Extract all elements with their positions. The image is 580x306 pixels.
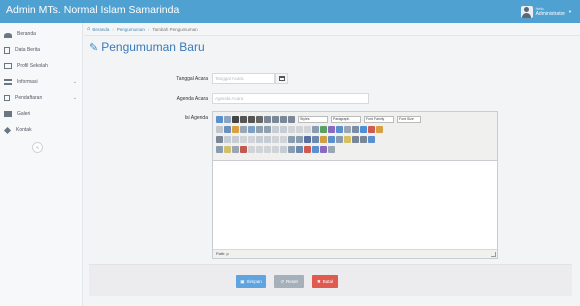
align-right-icon[interactable] [280,116,287,123]
sidebar-item-informasi[interactable]: Informasi ⌄ [0,75,83,89]
sidebar-item-galeri[interactable]: Galeri [0,107,83,121]
list-icon [4,79,12,85]
italic-icon[interactable] [240,116,247,123]
sidebar-item-kontak[interactable]: Kontak [0,123,83,137]
tanggal-acara-label: Tanggal Acara [176,76,208,82]
rich-text-editor[interactable]: Styles Paragraph Font Family Font Size P… [212,111,498,259]
caret-down-icon: ▼ [568,9,572,14]
sidebar-item-label: Kontak [16,127,32,133]
chevron-down-icon: ⌄ [72,95,77,101]
sidebar-item-pendaftaran[interactable]: Pendaftaran ⌄ [0,91,83,105]
breadcrumb-separator: › [147,26,150,32]
picture-icon [4,111,12,117]
tag-icon [3,126,12,134]
breadcrumb-current: Tambah Pengumuman [152,26,198,32]
toolbar-row-2 [216,125,383,134]
undo-icon: ↺ [280,278,284,284]
sidebar-item-label: Galeri [17,111,31,117]
underline-icon[interactable] [248,116,255,123]
toolbar-row-3 [216,135,375,144]
editor-toolbar: Styles Paragraph Font Family Font Size [213,112,497,161]
user-info: Hello, Administrator [536,7,565,17]
toolbar-row-4 [216,145,335,154]
new-doc-icon[interactable] [224,116,231,123]
bold-icon[interactable] [232,116,239,123]
close-icon: ✖ [316,278,321,284]
toolbar-row-1: Styles Paragraph Font Family Font Size [216,115,423,124]
calendar-button[interactable] [275,73,288,84]
dashboard-icon [4,32,12,38]
document-icon [4,46,10,54]
sidebar-item-beranda[interactable]: Beranda [0,27,83,41]
page-heading: ✎ Pengumuman Baru [89,40,205,54]
save-button[interactable]: ▣ Simpan [236,275,266,288]
sidebar-item-profil-sekolah[interactable]: Profil Sekolah [0,59,83,73]
user-avatar-icon [520,5,533,18]
page-title: Pengumuman Baru [101,40,205,54]
cancel-button-label: Batal [322,279,334,284]
save-button-label: Simpan [246,279,262,284]
align-center-icon[interactable] [272,116,279,123]
breadcrumb: ⌂ Beranda › Pengumuman › Tambah Pengumum… [84,23,580,36]
font-family-select[interactable]: Font Family [364,116,394,123]
agenda-acara-label: Agenda Acara [176,96,208,102]
sidebar-item-label: Beranda [17,31,36,37]
sidebar-item-label: Pendaftaran [15,95,43,101]
isi-agenda-label: Isi Agenda [184,115,208,121]
sidebar-item-label: Informasi [17,79,38,85]
styles-select[interactable]: Styles [298,116,328,123]
reset-button-label: Reset [286,279,298,284]
sidebar-collapse-button[interactable]: « [32,142,43,153]
align-left-icon[interactable] [264,116,271,123]
cancel-button[interactable]: ✖ Batal [312,275,338,288]
edit-icon [4,95,10,101]
sidebar-item-data-berita[interactable]: Data Berita [0,43,83,57]
user-menu[interactable]: Hello, Administrator ▼ [520,3,572,20]
chevron-down-icon: ⌄ [72,79,77,85]
edit-icon: ✎ [89,41,99,54]
breadcrumb-section-link[interactable]: Pengumuman [117,27,145,32]
user-name: Administrator [535,10,566,17]
form-actions: ▣ Simpan ↺ Reset ✖ Batal [89,264,572,296]
save-icon: ▣ [240,278,245,284]
editor-path-status: Path: p [213,249,497,258]
save-doc-icon[interactable] [216,116,223,123]
editor-content-area[interactable] [213,161,497,250]
monitor-icon [4,63,12,69]
font-size-select[interactable]: Font Size [397,116,421,123]
app-title[interactable]: Admin MTs. Normal Islam Samarinda [6,4,179,16]
resize-handle-icon[interactable] [491,252,496,257]
calendar-icon [278,76,285,81]
agenda-acara-input[interactable]: Agenda Acara [212,93,369,104]
sidebar: Beranda Data Berita Profil Sekolah Infor… [0,23,83,306]
reset-button[interactable]: ↺ Reset [274,275,304,288]
tanggal-acara-input[interactable]: Tanggal Acara [212,73,275,84]
paragraph-select[interactable]: Paragraph [331,116,361,123]
align-justify-icon[interactable] [288,116,295,123]
strikethrough-icon[interactable] [256,116,263,123]
top-header-bar: Admin MTs. Normal Islam Samarinda Hello,… [0,0,580,23]
home-icon: ⌂ [87,26,91,32]
sidebar-item-label: Profil Sekolah [17,63,48,69]
breadcrumb-separator: › [112,26,114,32]
sidebar-item-label: Data Berita [15,47,41,53]
breadcrumb-home-link[interactable]: Beranda [92,27,109,32]
